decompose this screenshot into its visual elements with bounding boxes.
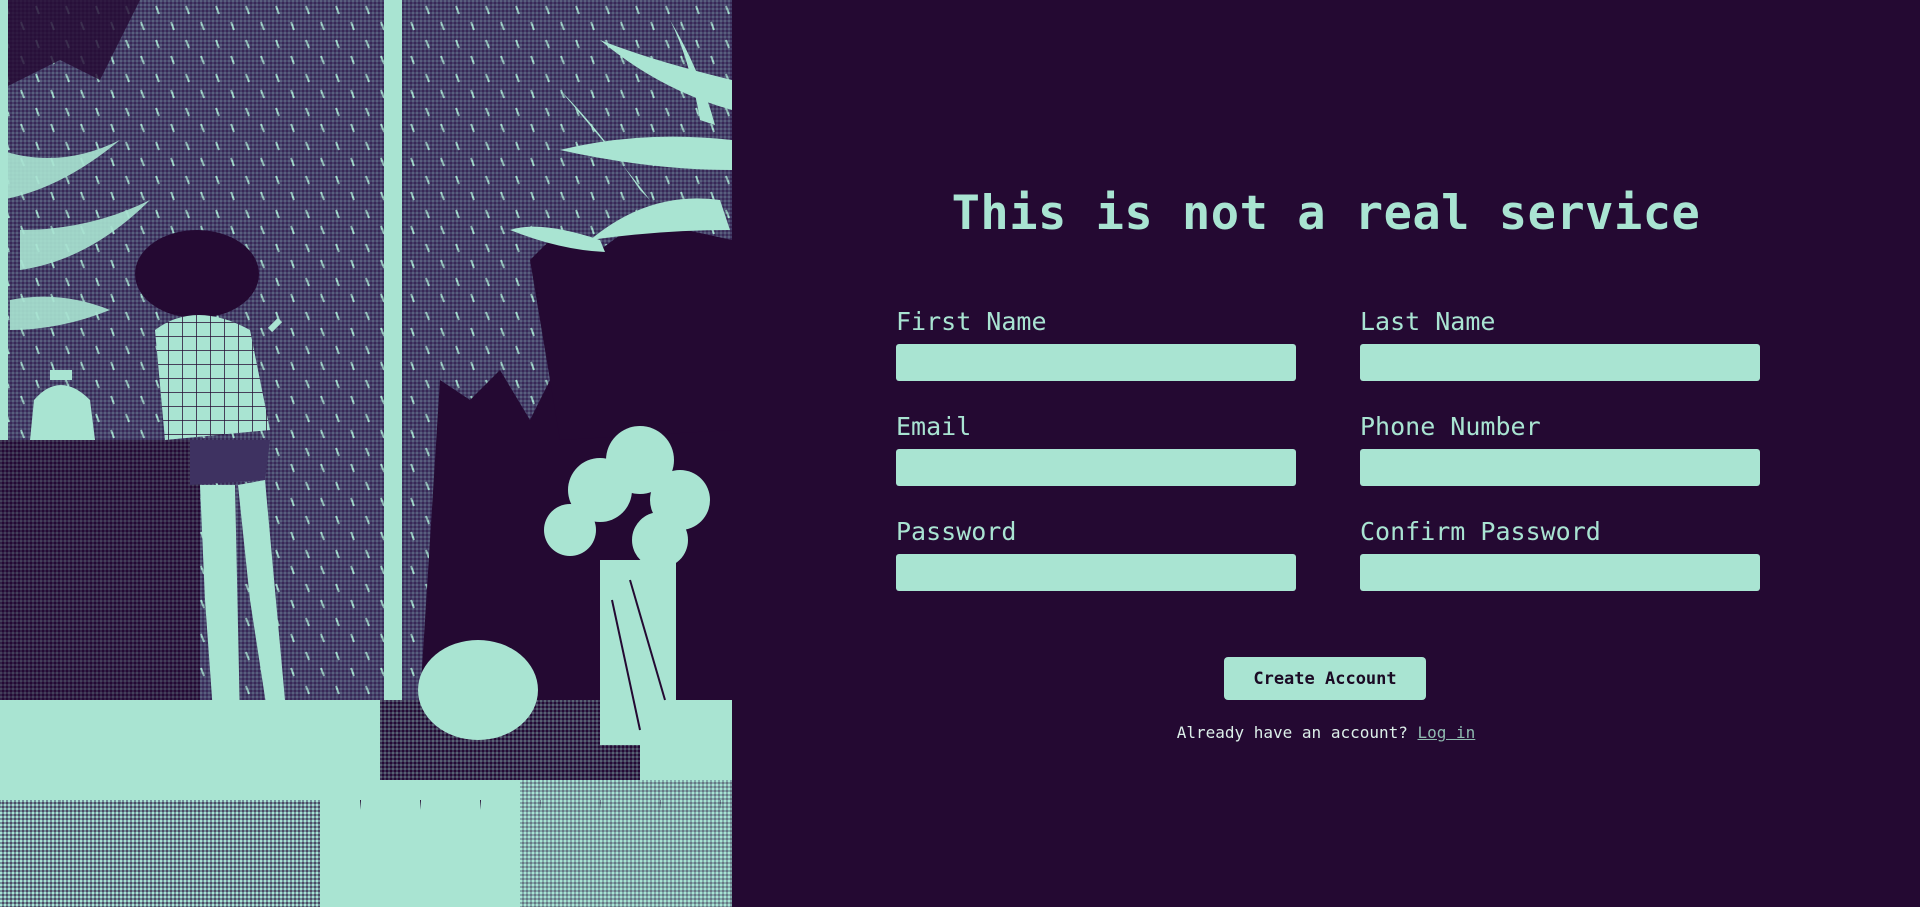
- signup-form: First Name Last Name Email Phone Number …: [896, 306, 1760, 591]
- first-name-field: First Name: [896, 306, 1296, 381]
- page-title: This is not a real service: [951, 186, 1701, 241]
- first-name-input[interactable]: [896, 344, 1296, 381]
- confirm-password-label: Confirm Password: [1360, 517, 1601, 546]
- phone-number-label: Phone Number: [1360, 412, 1541, 441]
- email-input[interactable]: [896, 449, 1296, 486]
- signup-page: This is not a real service First Name La…: [0, 0, 1920, 907]
- first-name-label: First Name: [896, 307, 1047, 336]
- last-name-field: Last Name: [1360, 306, 1760, 381]
- phone-number-input[interactable]: [1360, 449, 1760, 486]
- create-account-button[interactable]: Create Account: [1224, 657, 1426, 700]
- password-input[interactable]: [896, 554, 1296, 591]
- password-field: Password: [896, 516, 1296, 591]
- email-label: Email: [896, 412, 972, 441]
- login-prompt-text: Already have an account?: [1176, 723, 1408, 742]
- last-name-input[interactable]: [1360, 344, 1760, 381]
- phone-number-field: Phone Number: [1360, 411, 1760, 486]
- email-field: Email: [896, 411, 1296, 486]
- hero-illustration: [0, 0, 732, 907]
- password-label: Password: [896, 517, 1017, 546]
- confirm-password-input[interactable]: [1360, 554, 1760, 591]
- login-prompt: Already have an account? Log in: [732, 722, 1920, 744]
- confirm-password-field: Confirm Password: [1360, 516, 1760, 591]
- last-name-label: Last Name: [1360, 307, 1496, 336]
- log-in-link[interactable]: Log in: [1418, 723, 1476, 742]
